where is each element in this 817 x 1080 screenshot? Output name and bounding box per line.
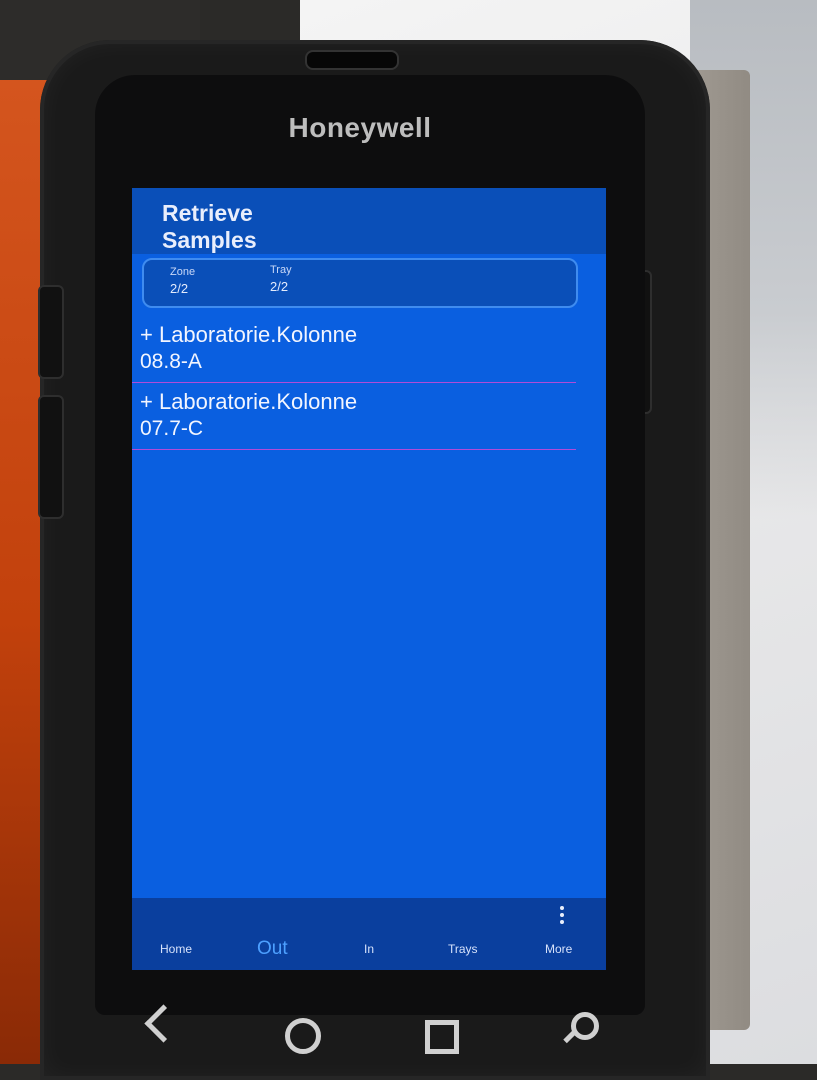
zone-value: 2/2 — [170, 281, 189, 296]
nav-more[interactable]: More — [545, 942, 572, 956]
recents-icon[interactable] — [425, 1020, 459, 1054]
list-item-code: 07.7-C — [140, 417, 204, 440]
page-title: Retrieve Samples — [162, 200, 257, 254]
side-button-left-lower[interactable] — [38, 395, 64, 519]
nav-home[interactable]: Home — [160, 942, 192, 956]
side-button-left-upper[interactable] — [38, 285, 64, 379]
bottom-navigation: Home Out In Trays More — [132, 898, 606, 970]
list-item-code: 08.8-A — [140, 350, 202, 373]
list-item[interactable]: + Laboratorie.Kolonne 08.8-A — [132, 316, 576, 383]
brand-logo: Honeywell — [288, 112, 432, 143]
page-title-line1: Retrieve — [162, 200, 253, 226]
tray-label: Tray — [270, 264, 292, 276]
list-item-location: + Laboratorie.Kolonne — [140, 322, 358, 347]
sample-list: + Laboratorie.Kolonne 08.8-A + Laborator… — [132, 316, 576, 450]
page-title-line2: Samples — [162, 227, 257, 253]
app-header: Retrieve Samples — [132, 188, 606, 254]
app-screen: Retrieve Samples Zone 2/2 Tray 2/2 + Lab… — [132, 188, 606, 970]
nav-trays[interactable]: Trays — [448, 942, 478, 956]
nav-out[interactable]: Out — [257, 938, 288, 960]
home-icon[interactable] — [285, 1018, 321, 1054]
zone-label: Zone — [170, 266, 196, 278]
list-item-location: + Laboratorie.Kolonne — [140, 389, 358, 414]
list-item[interactable]: + Laboratorie.Kolonne 07.7-C — [132, 383, 576, 450]
tray-value: 2/2 — [270, 279, 289, 294]
nav-in[interactable]: In — [364, 942, 374, 956]
speaker-grille — [305, 50, 399, 70]
more-vert-icon[interactable] — [560, 906, 564, 927]
zone-tray-info-bar: Zone 2/2 Tray 2/2 — [142, 258, 578, 308]
